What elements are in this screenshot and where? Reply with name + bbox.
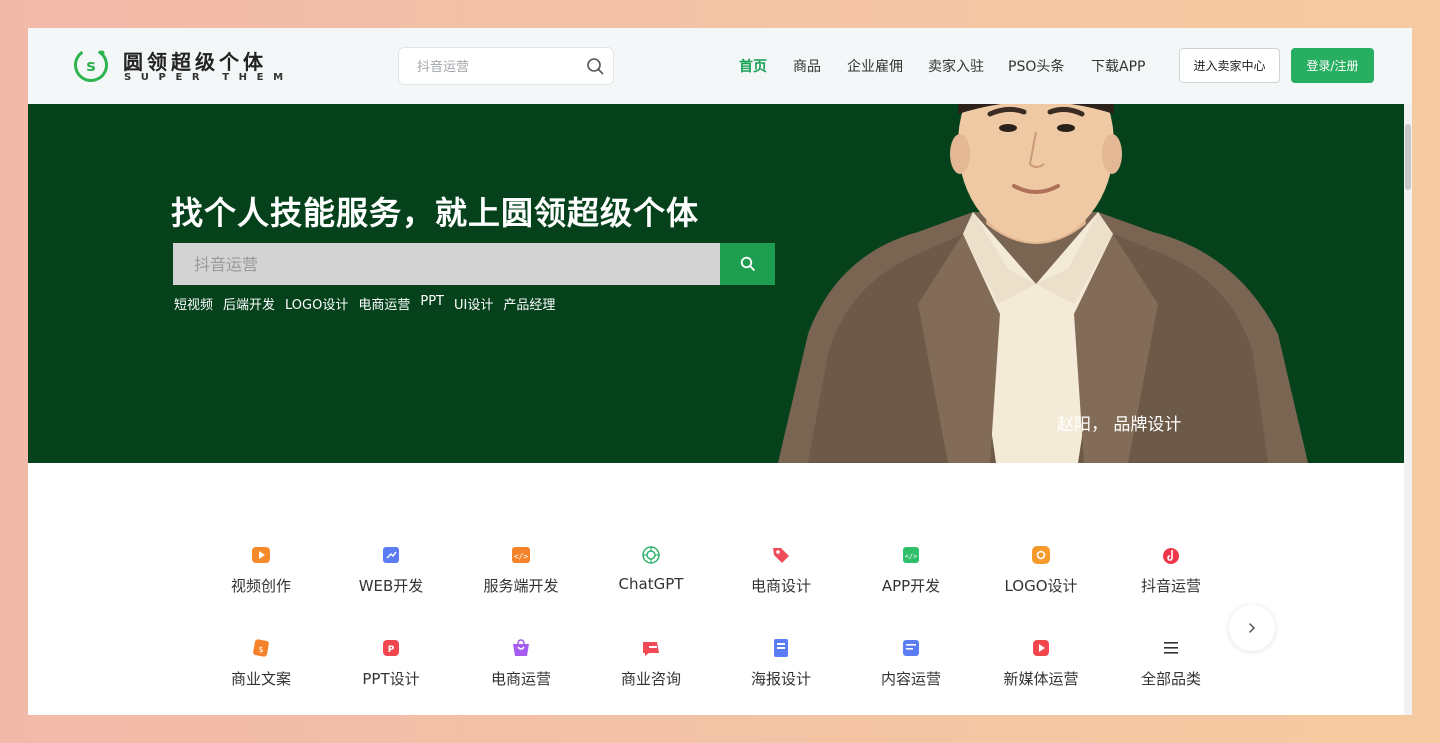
category-label: ChatGPT bbox=[618, 575, 684, 593]
category-label: WEB开发 bbox=[358, 577, 424, 595]
category-business-copy[interactable]: $ 商业文案 bbox=[206, 638, 316, 698]
hero-search-box bbox=[173, 243, 775, 285]
category-poster-design[interactable]: 海报设计 bbox=[726, 638, 836, 698]
scrollbar-thumb[interactable] bbox=[1405, 124, 1411, 190]
svg-text:</>: </> bbox=[905, 553, 918, 561]
category-label: 新媒体运营 bbox=[1003, 670, 1079, 688]
header-search-input[interactable] bbox=[417, 57, 577, 77]
category-label: 全部品类 bbox=[1140, 670, 1201, 688]
category-label: 视频创作 bbox=[230, 577, 291, 595]
app-dev-icon: </> bbox=[903, 547, 919, 563]
hero-search-input[interactable] bbox=[173, 243, 720, 285]
category-server-dev[interactable]: </> 服务端开发 bbox=[466, 545, 576, 605]
business-copy-icon: $ bbox=[253, 639, 269, 657]
chevron-right-icon bbox=[1249, 623, 1256, 633]
category-ecommerce-ops[interactable]: 电商运营 bbox=[466, 638, 576, 698]
logo-design-icon bbox=[1032, 546, 1050, 564]
content-ops-icon bbox=[903, 640, 919, 656]
category-label: 服务端开发 bbox=[483, 577, 559, 595]
business-consult-icon bbox=[643, 642, 659, 656]
svg-text:$: $ bbox=[258, 645, 263, 654]
login-register-button[interactable]: 登录/注册 bbox=[1291, 48, 1374, 83]
category-label: 电商运营 bbox=[490, 670, 551, 688]
nav-seller-join[interactable]: 卖家入驻 bbox=[928, 56, 984, 76]
category-label: PPT设计 bbox=[362, 670, 420, 688]
svg-text:P: P bbox=[388, 645, 395, 655]
category-app-dev[interactable]: </> APP开发 bbox=[856, 545, 966, 605]
nav-enterprise-hire[interactable]: 企业雇佣 bbox=[847, 56, 903, 76]
search-icon[interactable] bbox=[586, 57, 604, 75]
hero-search-button[interactable] bbox=[720, 243, 775, 285]
hot-tag-ui-design[interactable]: UI设计 bbox=[454, 294, 493, 313]
category-video-creation[interactable]: 视频创作 bbox=[206, 545, 316, 605]
ppt-design-icon: P bbox=[383, 640, 399, 656]
browser-window: s 圆领超级个体 SUPER THEM 首页 商品 企业雇佣 卖家入驻 PSO头… bbox=[28, 28, 1412, 715]
new-media-icon bbox=[1033, 640, 1049, 656]
chatgpt-icon bbox=[642, 546, 660, 564]
site-logo[interactable]: s 圆领超级个体 SUPER THEM bbox=[73, 46, 283, 88]
category-ppt-design[interactable]: P PPT设计 bbox=[336, 638, 446, 698]
category-content-ops[interactable]: 内容运营 bbox=[856, 638, 966, 698]
hot-tag-product-manager[interactable]: 产品经理 bbox=[503, 294, 555, 313]
ecommerce-design-icon bbox=[773, 548, 789, 563]
category-label: APP开发 bbox=[881, 577, 941, 595]
ecommerce-ops-icon bbox=[513, 639, 529, 656]
category-label: 商业咨询 bbox=[620, 670, 681, 688]
svg-text:s: s bbox=[86, 56, 96, 75]
category-grid: 视频创作 WEB开发 </> 服务端开发 ChatGPT 电商设计 </> AP… bbox=[28, 463, 1404, 715]
hero-person-photo bbox=[778, 104, 1308, 463]
hot-search-tags: 短视频 后端开发 LOGO设计 电商运营 PPT UI设计 产品经理 bbox=[174, 294, 555, 313]
header-search-box bbox=[398, 47, 614, 85]
category-all[interactable]: 全部品类 bbox=[1116, 638, 1226, 698]
category-business-consult[interactable]: 商业咨询 bbox=[596, 638, 706, 698]
hero-title: 找个人技能服务，就上圆领超级个体 bbox=[171, 194, 700, 232]
nav-download-app[interactable]: 下载APP bbox=[1091, 56, 1145, 76]
category-label: LOGO设计 bbox=[1004, 577, 1078, 595]
logo-subtitle: SUPER THEM bbox=[124, 72, 293, 83]
web-dev-icon bbox=[383, 547, 399, 563]
svg-text:</>: </> bbox=[514, 552, 529, 561]
hot-tag-logo-design[interactable]: LOGO设计 bbox=[285, 294, 348, 313]
hot-tag-ppt[interactable]: PPT bbox=[420, 294, 444, 313]
category-new-media[interactable]: 新媒体运营 bbox=[986, 638, 1096, 698]
category-next-button[interactable] bbox=[1229, 605, 1275, 651]
seller-center-button[interactable]: 进入卖家中心 bbox=[1179, 48, 1280, 83]
nav-pso-news[interactable]: PSO头条 bbox=[1008, 56, 1064, 76]
nav-home[interactable]: 首页 bbox=[739, 56, 767, 76]
poster-design-icon bbox=[774, 639, 788, 657]
video-creation-icon bbox=[252, 547, 270, 563]
category-label: 内容运营 bbox=[880, 670, 941, 688]
hero-banner: 找个人技能服务，就上圆领超级个体 短视频 后端开发 LOGO设计 电商运营 PP… bbox=[28, 104, 1404, 463]
site-header: s 圆领超级个体 SUPER THEM 首页 商品 企业雇佣 卖家入驻 PSO头… bbox=[28, 28, 1412, 104]
hot-tag-short-video[interactable]: 短视频 bbox=[174, 294, 213, 313]
category-douyin[interactable]: 抖音运营 bbox=[1116, 545, 1226, 605]
category-logo-design[interactable]: LOGO设计 bbox=[986, 545, 1096, 605]
menu-icon bbox=[1164, 642, 1178, 654]
hot-tag-ecommerce-ops[interactable]: 电商运营 bbox=[358, 294, 410, 313]
category-label: 海报设计 bbox=[750, 670, 811, 688]
category-label: 电商设计 bbox=[750, 577, 811, 595]
category-label: 商业文案 bbox=[230, 670, 291, 688]
server-dev-icon: </> bbox=[512, 547, 530, 563]
search-icon bbox=[740, 256, 755, 271]
hot-tag-backend[interactable]: 后端开发 bbox=[223, 294, 275, 313]
hero-caption: 赵阳， 品牌设计 bbox=[1057, 415, 1182, 435]
logo-title: 圆领超级个体 bbox=[123, 50, 267, 74]
category-chatgpt[interactable]: ChatGPT bbox=[596, 545, 706, 605]
category-web-dev[interactable]: WEB开发 bbox=[336, 545, 446, 605]
page-scrollbar[interactable] bbox=[1404, 104, 1412, 715]
douyin-icon bbox=[1163, 548, 1179, 564]
category-label: 抖音运营 bbox=[1140, 577, 1201, 595]
category-ecommerce-design[interactable]: 电商设计 bbox=[726, 545, 836, 605]
nav-products[interactable]: 商品 bbox=[793, 56, 821, 76]
logo-mark-icon: s bbox=[74, 48, 108, 82]
